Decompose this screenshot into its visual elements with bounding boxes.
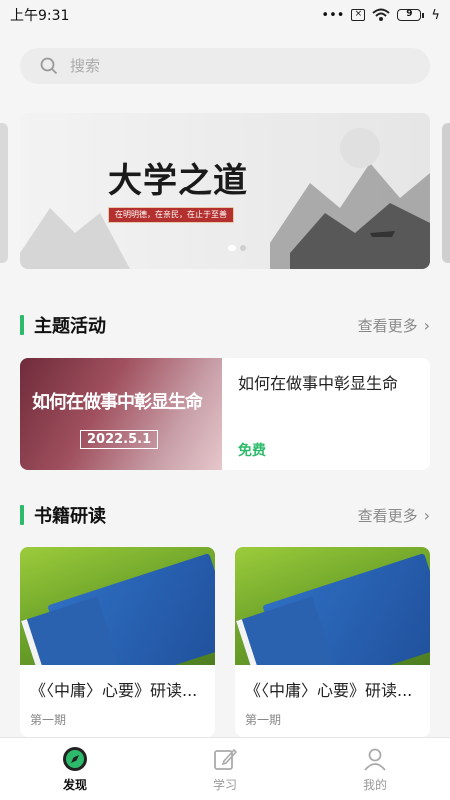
banner-next-peek[interactable] — [442, 123, 450, 263]
tab-label: 我的 — [362, 777, 387, 792]
tab-label: 发现 — [62, 777, 87, 792]
activity-cover: 如何在做事中彰显生命 2022.5.1 — [20, 358, 222, 470]
activity-card[interactable]: 如何在做事中彰显生命 2022.5.1 如何在做事中彰显生命 免费 — [20, 358, 430, 470]
user-icon — [364, 748, 386, 771]
more-dots-icon: ••• — [321, 7, 345, 23]
carousel-dot-active — [228, 245, 236, 251]
books-header: 书籍研读 查看更多 › — [20, 503, 430, 527]
activities-header: 主题活动 查看更多 › — [20, 313, 430, 337]
wifi-icon — [372, 8, 391, 21]
carousel-dots — [228, 245, 246, 251]
book-cover-image — [235, 547, 430, 665]
battery-level: 9 — [397, 9, 422, 21]
sim-off-icon: × — [351, 9, 366, 21]
search-bar[interactable] — [20, 48, 430, 84]
banner-subtitle: 在明明德，在亲民，在止于至善 — [108, 207, 234, 223]
book-card[interactable]: 《〈中庸〉心要》研读... 第一期 — [235, 547, 430, 737]
book-issue: 第一期 — [30, 713, 67, 727]
activity-name: 如何在做事中彰显生命 — [238, 374, 399, 393]
search-icon — [40, 57, 58, 75]
banner-prev-peek[interactable] — [0, 123, 8, 263]
chevron-right-icon: › — [423, 505, 430, 525]
more-label: 查看更多 — [357, 506, 418, 525]
banner-carousel[interactable]: 大学之道 在明明德，在亲民，在止于至善 — [20, 113, 430, 269]
books-more-link[interactable]: 查看更多 › — [358, 505, 430, 526]
status-bar: 上午9:31 ••• × 9 ϟ — [0, 0, 450, 30]
book-title: 《〈中庸〉心要》研读... — [30, 681, 198, 700]
activity-cover-text: 如何在做事中彰显生命 — [32, 392, 203, 413]
carousel-dot — [240, 245, 246, 251]
book-card[interactable]: 《〈中庸〉心要》研读... 第一期 — [20, 547, 215, 737]
chevron-right-icon: › — [423, 315, 430, 335]
tab-discover[interactable]: 发现 — [0, 738, 150, 800]
activity-info: 如何在做事中彰显生命 免费 — [222, 358, 430, 470]
more-label: 查看更多 — [357, 316, 418, 335]
search-input[interactable] — [70, 57, 370, 75]
book-issue: 第一期 — [245, 713, 282, 727]
banner-title: 大学之道 — [108, 161, 248, 201]
bottom-tab-bar: 发现 学习 我的 — [0, 737, 450, 800]
books-title: 书籍研读 — [34, 506, 106, 527]
battery-icon: 9 — [397, 9, 425, 21]
activities-more-link[interactable]: 查看更多 › — [358, 315, 430, 336]
charging-icon: ϟ — [431, 7, 440, 23]
activities-title: 主题活动 — [34, 316, 106, 337]
activity-cover-date: 2022.5.1 — [80, 430, 159, 449]
book-cover-image — [20, 547, 215, 665]
edit-icon — [214, 748, 238, 770]
status-time: 上午9:31 — [10, 8, 70, 24]
activity-price: 免费 — [238, 443, 266, 459]
tab-study[interactable]: 学习 — [150, 738, 300, 800]
status-icons: ••• × 9 ϟ — [321, 8, 440, 23]
compass-icon — [63, 746, 87, 771]
tab-mine[interactable]: 我的 — [300, 738, 450, 800]
section-accent-bar — [20, 315, 24, 335]
tab-label: 学习 — [212, 777, 237, 792]
section-accent-bar — [20, 505, 24, 525]
book-title: 《〈中庸〉心要》研读... — [245, 681, 413, 700]
